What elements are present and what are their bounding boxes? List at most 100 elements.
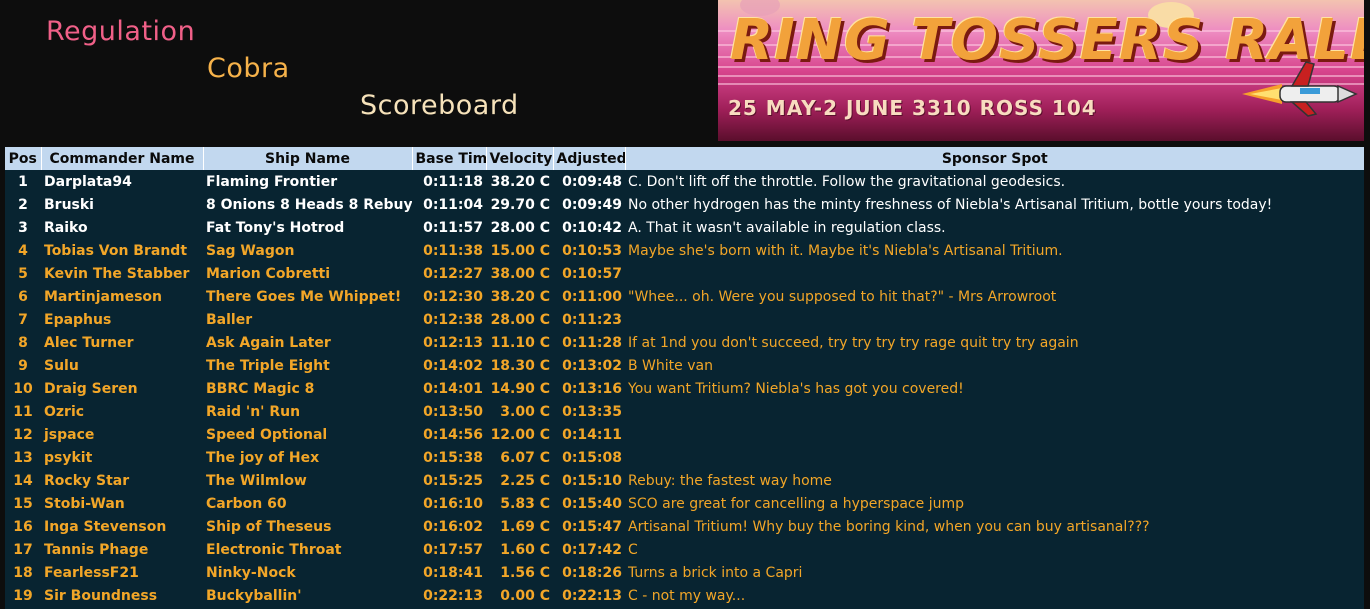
adjusted-time-cell: 0:13:02 xyxy=(562,357,622,374)
table-row: 13 psykit The joy of Hex 0:15:38 6.07 C 0:15:… xyxy=(5,446,1364,469)
sponsor-spot-cell xyxy=(625,308,1364,331)
table-row: 19 Sir Boundness Buckyballin' 0:22:13 0.00 C… xyxy=(5,584,1364,607)
ship-name-cell: Speed Optional xyxy=(206,426,328,443)
position-cell: 7 xyxy=(18,311,28,328)
spaceship-icon xyxy=(1242,61,1358,117)
position-cell: 6 xyxy=(18,288,28,305)
ship-name-cell: Sag Wagon xyxy=(206,242,295,259)
sponsor-spot-cell: C - not my way... xyxy=(628,587,746,604)
title-regulation: Regulation xyxy=(46,16,196,47)
commander-name-cell: Tobias Von Brandt xyxy=(44,242,188,259)
adjusted-time-cell: 0:10:53 xyxy=(562,242,622,259)
velocity-cell: 5.83 C xyxy=(500,495,550,512)
sponsor-spot-cell: Turns a brick into a Capri xyxy=(628,564,803,581)
ship-name-cell: Flaming Frontier xyxy=(206,173,338,190)
sponsor-spot-cell: C. Don't lift off the throttle. Follow t… xyxy=(628,173,1066,190)
commander-name-cell: jspace xyxy=(44,426,95,443)
ship-name-cell: Electronic Throat xyxy=(206,541,342,558)
commander-name-cell: Inga Stevenson xyxy=(44,518,167,535)
table-row: 10 Draig Seren BBRC Magic 8 0:14:01 14.90 C 0… xyxy=(5,377,1364,400)
ship-name-cell: BBRC Magic 8 xyxy=(206,380,315,397)
ship-name-cell: There Goes Me Whippet! xyxy=(206,288,402,305)
adjusted-time-cell: 0:15:47 xyxy=(562,518,622,535)
table-row: 17 Tannis Phage Electronic Throat 0:17:57 1.… xyxy=(5,538,1364,561)
position-cell: 12 xyxy=(13,426,33,443)
velocity-cell: 1.69 C xyxy=(500,518,550,535)
ship-name-cell: Ask Again Later xyxy=(206,334,331,351)
ship-name-cell: The Wilmlow xyxy=(206,472,307,489)
position-cell: 8 xyxy=(18,334,28,351)
col-pos-header: Pos xyxy=(5,147,42,170)
adjusted-time-cell: 0:22:13 xyxy=(562,587,622,604)
position-cell: 15 xyxy=(13,495,33,512)
commander-name-cell: Rocky Star xyxy=(44,472,130,489)
event-banner: RING TOSSERS RALLY 25 MAY-2 JUNE 3310 RO… xyxy=(718,0,1364,141)
scoreboard-table: PosCommander NameShip NameBase TimeVeloc… xyxy=(5,147,1364,607)
col-ship-name-header: Ship Name xyxy=(203,147,413,170)
ship-name-cell: Ninky-Nock xyxy=(206,564,296,581)
velocity-cell: 0.00 C xyxy=(500,587,550,604)
velocity-cell: 1.60 C xyxy=(500,541,550,558)
ship-name-cell: Baller xyxy=(206,311,253,328)
velocity-cell: 38.00 C xyxy=(490,265,550,282)
position-cell: 16 xyxy=(13,518,33,535)
col-sponsor-spot-header: Sponsor Spot xyxy=(625,147,1364,170)
base-time-cell: 0:14:01 xyxy=(423,380,483,397)
sponsor-spot-cell: "Whee... oh. Were you supposed to hit th… xyxy=(628,288,1057,305)
base-time-cell: 0:12:13 xyxy=(423,334,483,351)
position-cell: 17 xyxy=(13,541,33,558)
table-header-row: PosCommander NameShip NameBase TimeVeloc… xyxy=(5,147,1364,170)
ship-name-cell: The joy of Hex xyxy=(206,449,320,466)
position-cell: 18 xyxy=(13,564,33,581)
adjusted-time-cell: 0:10:42 xyxy=(562,219,622,236)
ship-name-cell: The Triple Eight xyxy=(206,357,330,374)
base-time-cell: 0:15:25 xyxy=(423,472,483,489)
commander-name-cell: Stobi-Wan xyxy=(44,495,125,512)
ship-name-cell: Raid 'n' Run xyxy=(206,403,301,420)
commander-name-cell: psykit xyxy=(44,449,93,466)
commander-name-cell: Ozric xyxy=(44,403,85,420)
ship-name-cell: Buckyballin' xyxy=(206,587,302,604)
velocity-cell: 3.00 C xyxy=(500,403,550,420)
title-scoreboard: Scoreboard xyxy=(360,90,519,121)
velocity-cell: 28.00 C xyxy=(490,311,550,328)
sponsor-spot-cell: B White van xyxy=(628,357,713,374)
position-cell: 9 xyxy=(18,357,28,374)
commander-name-cell: Sir Boundness xyxy=(44,587,158,604)
table-row: 4 Tobias Von Brandt Sag Wagon 0:11:38 15.00 … xyxy=(5,239,1364,262)
table-row: 9 Sulu The Triple Eight 0:14:02 18.30 C 0:13:… xyxy=(5,354,1364,377)
table-row: 11 Ozric Raid 'n' Run 0:13:50 3.00 C 0:13:35 xyxy=(5,400,1364,423)
adjusted-time-cell: 0:10:57 xyxy=(562,265,622,282)
adjusted-time-cell: 0:09:48 xyxy=(562,173,622,190)
commander-name-cell: Epaphus xyxy=(44,311,112,328)
adjusted-time-cell: 0:15:10 xyxy=(562,472,622,489)
col-velocity-header: Velocity xyxy=(486,147,554,170)
velocity-cell: 6.07 C xyxy=(500,449,550,466)
base-time-cell: 0:22:13 xyxy=(423,587,483,604)
scoreboard-table-container: PosCommander NameShip NameBase TimeVeloc… xyxy=(5,147,1364,609)
commander-name-cell: Bruski xyxy=(44,196,94,213)
base-time-cell: 0:17:57 xyxy=(423,541,483,558)
sponsor-spot-cell: No other hydrogen has the minty freshnes… xyxy=(628,196,1273,213)
base-time-cell: 0:16:10 xyxy=(423,495,483,512)
commander-name-cell: Draig Seren xyxy=(44,380,138,397)
header: Regulation Cobra Scoreboard RING TOSSERS… xyxy=(0,0,1370,145)
base-time-cell: 0:11:57 xyxy=(423,219,483,236)
position-cell: 4 xyxy=(18,242,28,259)
table-row: 16 Inga Stevenson Ship of Theseus 0:16:02 1.… xyxy=(5,515,1364,538)
commander-name-cell: Raiko xyxy=(44,219,88,236)
base-time-cell: 0:14:56 xyxy=(423,426,483,443)
velocity-cell: 15.00 C xyxy=(490,242,550,259)
adjusted-time-cell: 0:18:26 xyxy=(562,564,622,581)
sponsor-spot-cell xyxy=(625,423,1364,446)
commander-name-cell: Martinjameson xyxy=(44,288,162,305)
adjusted-time-cell: 0:15:08 xyxy=(562,449,622,466)
table-row: 7 Epaphus Baller 0:12:38 28.00 C 0:11:23 xyxy=(5,308,1364,331)
sponsor-spot-cell: SCO are great for cancelling a hyperspac… xyxy=(628,495,964,512)
base-time-cell: 0:14:02 xyxy=(423,357,483,374)
sponsor-spot-cell: C xyxy=(628,541,638,558)
sponsor-spot-cell: If at 1nd you don't succeed, try try try… xyxy=(628,334,1079,351)
base-time-cell: 0:18:41 xyxy=(423,564,483,581)
table-body: 1 Darplata94 Flaming Frontier 0:11:18 38.20 … xyxy=(5,170,1364,607)
position-cell: 1 xyxy=(18,173,28,190)
